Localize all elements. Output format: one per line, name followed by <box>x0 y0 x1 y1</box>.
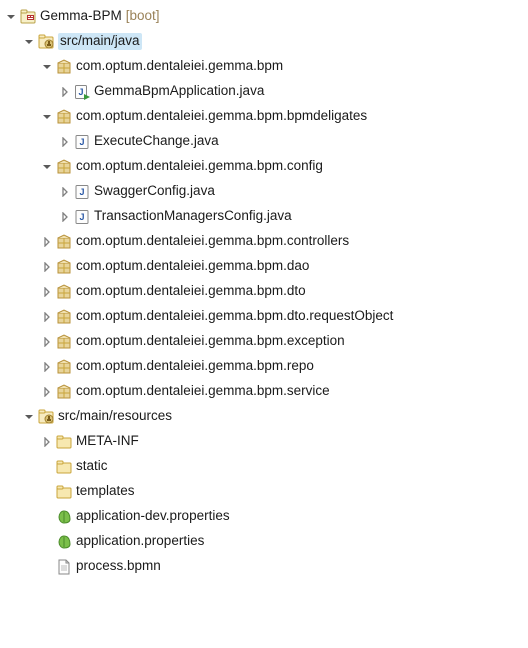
tree-row[interactable]: META-INF <box>0 429 528 454</box>
package-icon <box>56 309 72 325</box>
tree-row[interactable]: com.optum.dentaleiei.gemma.bpm.bpmdeliga… <box>0 104 528 129</box>
tree-row[interactable]: com.optum.dentaleiei.gemma.bpm.service <box>0 379 528 404</box>
tree-row[interactable]: J TransactionManagersConfig.java <box>0 204 528 229</box>
folder-icon <box>56 434 72 450</box>
package-icon <box>56 159 72 175</box>
tree-item-label[interactable]: static <box>76 458 108 474</box>
expand-arrow-right-icon[interactable] <box>58 185 72 199</box>
expand-arrow-down-icon[interactable] <box>40 110 54 124</box>
svg-text:J: J <box>79 187 84 197</box>
tree-row[interactable]: J ExecuteChange.java <box>0 129 528 154</box>
package-icon <box>56 234 72 250</box>
tree-item-label[interactable]: com.optum.dentaleiei.gemma.bpm.bpmdeliga… <box>76 108 367 124</box>
tree-row[interactable]: com.optum.dentaleiei.gemma.bpm <box>0 54 528 79</box>
java-main-icon: J <box>74 84 90 100</box>
tree-item-label[interactable]: SwaggerConfig.java <box>94 183 215 199</box>
tree-row[interactable]: com.optum.dentaleiei.gemma.bpm.exception <box>0 329 528 354</box>
folder-icon <box>56 484 72 500</box>
package-icon <box>56 384 72 400</box>
svg-text:J: J <box>79 212 84 222</box>
tree-item-label[interactable]: com.optum.dentaleiei.gemma.bpm.service <box>76 383 330 399</box>
tree-row[interactable]: com.optum.dentaleiei.gemma.bpm.controlle… <box>0 229 528 254</box>
tree-item-label[interactable]: process.bpmn <box>76 558 161 574</box>
expand-arrow-down-icon[interactable] <box>40 60 54 74</box>
tree-item-label[interactable]: src/main/java <box>58 33 142 49</box>
package-icon <box>56 284 72 300</box>
tree-item-label[interactable]: com.optum.dentaleiei.gemma.bpm.dao <box>76 258 309 274</box>
expand-arrow-right-icon[interactable] <box>40 435 54 449</box>
tree-row[interactable]: process.bpmn <box>0 554 528 579</box>
expand-arrow-right-icon[interactable] <box>40 285 54 299</box>
tree-item-label[interactable]: com.optum.dentaleiei.gemma.bpm.repo <box>76 358 314 374</box>
tree-row[interactable]: com.optum.dentaleiei.gemma.bpm.dto.reque… <box>0 304 528 329</box>
svg-text:J: J <box>79 137 84 147</box>
java-icon: J <box>74 209 90 225</box>
leaf-icon <box>56 509 72 525</box>
tree-item-label[interactable]: ExecuteChange.java <box>94 133 219 149</box>
project-icon <box>20 9 36 25</box>
tree-row[interactable]: src/main/resources <box>0 404 528 429</box>
expand-arrow-right-icon[interactable] <box>40 335 54 349</box>
tree-item-label[interactable]: com.optum.dentaleiei.gemma.bpm.config <box>76 158 323 174</box>
folder-icon <box>56 459 72 475</box>
expand-arrow-down-icon[interactable] <box>4 10 18 24</box>
tree-row[interactable]: static <box>0 454 528 479</box>
expand-arrow-right-icon[interactable] <box>40 360 54 374</box>
expand-arrow-right-icon[interactable] <box>40 310 54 324</box>
tree-row[interactable]: src/main/java <box>0 29 528 54</box>
expand-arrow-down-icon[interactable] <box>22 410 36 424</box>
tree-item-label[interactable]: com.optum.dentaleiei.gemma.bpm.dto.reque… <box>76 308 393 324</box>
package-icon <box>56 359 72 375</box>
tree-row[interactable]: J SwaggerConfig.java <box>0 179 528 204</box>
tree-item-label[interactable]: GemmaBpmApplication.java <box>94 83 264 99</box>
java-icon: J <box>74 184 90 200</box>
tree-item-label[interactable]: com.optum.dentaleiei.gemma.bpm <box>76 58 283 74</box>
expand-arrow-down-icon[interactable] <box>22 35 36 49</box>
tree-item-label[interactable]: com.optum.dentaleiei.gemma.bpm.exception <box>76 333 345 349</box>
project-decorator: [boot] <box>126 8 160 24</box>
tree-item-label[interactable]: com.optum.dentaleiei.gemma.bpm.controlle… <box>76 233 349 249</box>
tree-row[interactable]: J GemmaBpmApplication.java <box>0 79 528 104</box>
package-icon <box>56 59 72 75</box>
java-icon: J <box>74 134 90 150</box>
expand-arrow-right-icon[interactable] <box>58 135 72 149</box>
package-icon <box>56 259 72 275</box>
tree-item-label[interactable]: src/main/resources <box>58 408 172 424</box>
project-explorer-tree[interactable]: Gemma-BPM[boot] src/main/java com.optum.de… <box>0 4 528 579</box>
tree-row[interactable]: com.optum.dentaleiei.gemma.bpm.config <box>0 154 528 179</box>
tree-item-label[interactable]: com.optum.dentaleiei.gemma.bpm.dto <box>76 283 306 299</box>
tree-row[interactable]: com.optum.dentaleiei.gemma.bpm.dao <box>0 254 528 279</box>
package-icon <box>56 334 72 350</box>
tree-item-label[interactable]: META-INF <box>76 433 139 449</box>
src-folder-icon <box>38 34 54 50</box>
svg-text:J: J <box>78 87 83 97</box>
tree-row[interactable]: application-dev.properties <box>0 504 528 529</box>
expand-arrow-right-icon[interactable] <box>58 210 72 224</box>
leaf-icon <box>56 534 72 550</box>
tree-item-label[interactable]: templates <box>76 483 135 499</box>
tree-item-label[interactable]: application-dev.properties <box>76 508 230 524</box>
expand-arrow-right-icon[interactable] <box>58 85 72 99</box>
src-folder-icon <box>38 409 54 425</box>
package-icon <box>56 109 72 125</box>
file-icon <box>56 559 72 575</box>
tree-row[interactable]: templates <box>0 479 528 504</box>
expand-arrow-right-icon[interactable] <box>40 235 54 249</box>
expand-arrow-down-icon[interactable] <box>40 160 54 174</box>
tree-row[interactable]: com.optum.dentaleiei.gemma.bpm.repo <box>0 354 528 379</box>
tree-item-label[interactable]: Gemma-BPM <box>40 8 122 24</box>
expand-arrow-right-icon[interactable] <box>40 260 54 274</box>
tree-item-label[interactable]: TransactionManagersConfig.java <box>94 208 292 224</box>
tree-row[interactable]: com.optum.dentaleiei.gemma.bpm.dto <box>0 279 528 304</box>
expand-arrow-right-icon[interactable] <box>40 385 54 399</box>
tree-row[interactable]: application.properties <box>0 529 528 554</box>
tree-row[interactable]: Gemma-BPM[boot] <box>0 4 528 29</box>
tree-item-label[interactable]: application.properties <box>76 533 204 549</box>
